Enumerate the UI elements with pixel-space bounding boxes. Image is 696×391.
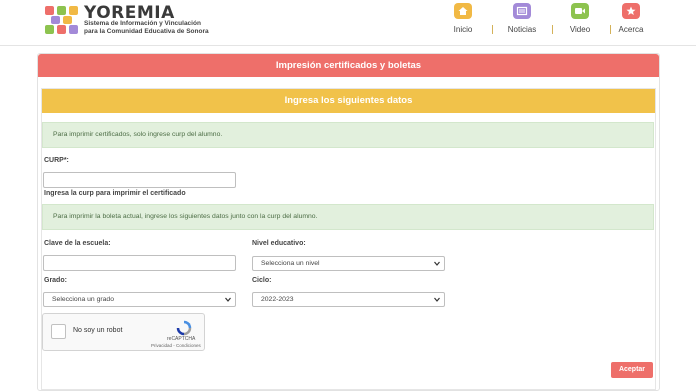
video-icon <box>571 3 589 19</box>
curp-help-text: Ingresa la curp para imprimir el certifi… <box>44 190 186 197</box>
recaptcha-brand: reCAPTCHA <box>167 336 196 342</box>
site-header: YOREMIA Sistema de Información y Vincula… <box>0 0 696 46</box>
certificate-info-alert: Para imprimir certificados, solo ingrese… <box>42 122 654 148</box>
recaptcha-checkbox[interactable] <box>51 324 66 339</box>
nav-separator <box>610 25 611 34</box>
cycle-label: Ciclo: <box>252 277 272 284</box>
brand-subtitle: Sistema de Información y Vinculación par… <box>84 20 224 36</box>
star-icon <box>622 3 640 19</box>
nav-item-acerca[interactable]: Acerca <box>616 3 646 39</box>
submit-button[interactable]: Aceptar <box>611 362 653 378</box>
level-select-value: Selecciona un nivel <box>261 260 320 267</box>
grade-label: Grado: <box>44 277 67 284</box>
section-title: Ingresa los siguientes datos <box>42 89 655 113</box>
recaptcha-links[interactable]: Privacidad - Condiciones <box>151 343 201 348</box>
grade-select[interactable]: Selecciona un grado <box>43 292 236 307</box>
level-select[interactable]: Selecciona un nivel <box>252 256 445 271</box>
yoremia-logo[interactable] <box>44 5 80 35</box>
nav-label-inicio: Inicio <box>453 25 473 34</box>
report-info-alert: Para imprimir la boleta actual, ingrese … <box>42 204 654 230</box>
home-icon <box>454 3 472 19</box>
nav-item-video[interactable]: Video <box>566 3 594 39</box>
nav-separator <box>492 25 493 34</box>
chevron-down-icon <box>225 297 231 302</box>
chevron-down-icon <box>434 297 440 302</box>
brand-subtitle-line1: Sistema de Información y Vinculación <box>84 20 201 27</box>
nav-label-noticias: Noticias <box>507 25 537 34</box>
recaptcha-label: No soy un robot <box>73 327 123 334</box>
cycle-select[interactable]: 2022-2023 <box>252 292 445 307</box>
nav-separator <box>552 25 553 34</box>
curp-input[interactable] <box>43 172 236 188</box>
nav-label-acerca: Acerca <box>618 25 644 34</box>
nav-item-inicio[interactable]: Inicio <box>448 3 478 39</box>
level-label: Nivel educativo: <box>252 240 306 247</box>
nav-item-noticias[interactable]: Noticias <box>505 3 539 39</box>
recaptcha-widget: No soy un robot reCAPTCHA Privacidad - C… <box>42 313 205 351</box>
cycle-select-value: 2022-2023 <box>261 296 294 303</box>
news-icon <box>513 3 531 19</box>
chevron-down-icon <box>434 261 440 266</box>
school-key-input[interactable] <box>43 255 236 271</box>
recaptcha-icon <box>176 320 192 336</box>
curp-label: CURP*: <box>44 157 69 164</box>
page-title: Impresión certificados y boletas <box>38 54 659 77</box>
nav-label-video: Video <box>569 25 591 34</box>
brand-subtitle-line2: para la Comunidad Educativa de Sonora <box>84 28 209 35</box>
grade-select-value: Selecciona un grado <box>52 296 114 303</box>
school-key-label: Clave de la escuela: <box>44 240 111 247</box>
